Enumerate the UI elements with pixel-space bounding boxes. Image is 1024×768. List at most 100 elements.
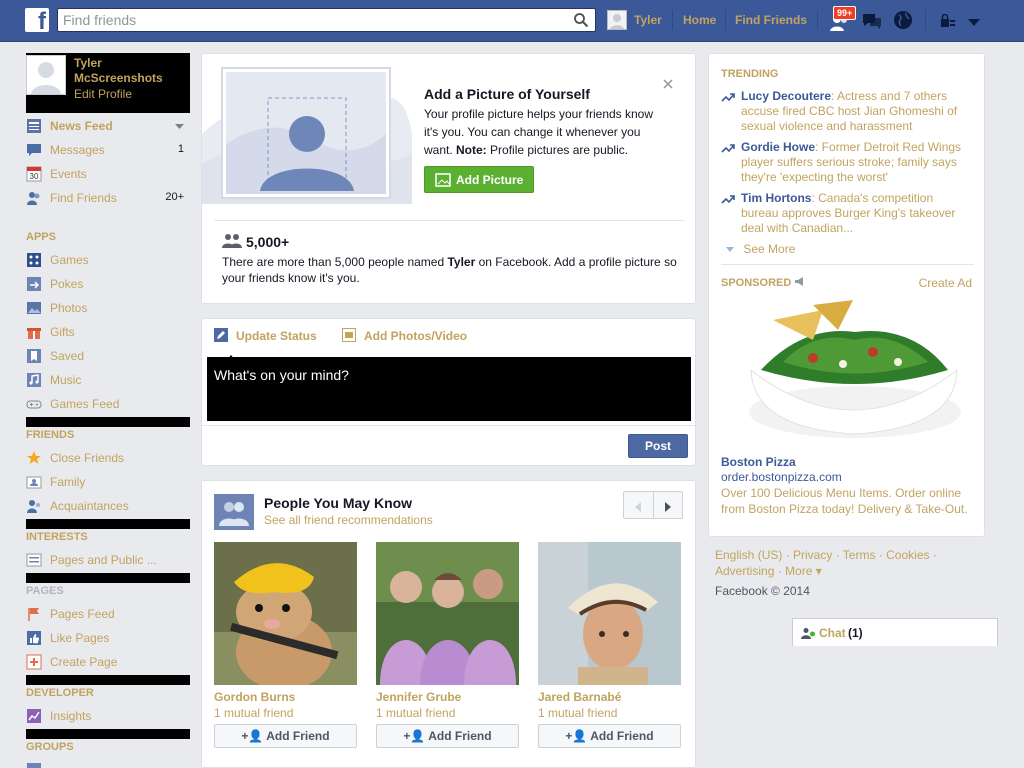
sidebar-item-games-feed[interactable]: Games Feed: [26, 393, 190, 415]
person-name[interactable]: Jennifer Grube: [376, 690, 461, 704]
sidebar-item-pages-and-public-figures[interactable]: Pages and Public ...: [26, 549, 190, 571]
sidebar-item-news-feed[interactable]: News Feed: [26, 115, 190, 137]
user-name-link[interactable]: Tyler: [634, 13, 662, 27]
trending-item[interactable]: Tim Hortons: Canada's competition bureau…: [721, 191, 971, 236]
ad-title[interactable]: Boston Pizza: [721, 455, 796, 469]
account-menu-chevron-icon[interactable]: [968, 16, 980, 30]
footer-links-line-2[interactable]: Advertising · More ▾: [715, 563, 937, 579]
see-more-trending[interactable]: See More: [726, 242, 795, 256]
trending-topic[interactable]: Lucy Decoutere: [741, 89, 831, 103]
find-friends-link[interactable]: Find Friends: [735, 13, 807, 27]
gift-icon: [26, 324, 42, 340]
trending-item[interactable]: Lucy Decoutere: Actress and 7 others acc…: [721, 89, 971, 134]
groups-section-header[interactable]: GROUPS: [26, 739, 190, 753]
family-icon: [26, 474, 42, 490]
messages-icon[interactable]: [861, 12, 883, 33]
ad-salad-image[interactable]: [743, 300, 963, 440]
sidebar-item-photos[interactable]: Photos: [26, 297, 190, 319]
update-status-label: Update Status: [236, 329, 317, 343]
news-feed-icon: [26, 118, 42, 134]
status-textarea[interactable]: What's on your mind?: [207, 357, 691, 421]
chevron-down-icon[interactable]: [175, 121, 184, 133]
person-name[interactable]: Gordon Burns: [214, 690, 295, 704]
search-box[interactable]: [57, 8, 596, 32]
sidebar-item-close-friends[interactable]: Close Friends: [26, 447, 190, 469]
search-icon[interactable]: [573, 12, 589, 31]
mutual-friends-link[interactable]: 1 mutual friend: [214, 706, 293, 720]
add-picture-label: Add Picture: [456, 173, 524, 187]
home-link[interactable]: Home: [683, 13, 716, 27]
user-avatar[interactable]: [607, 10, 627, 30]
person-name[interactable]: Jared Barnabé: [538, 690, 621, 704]
ad-url[interactable]: order.bostonpizza.com: [721, 470, 842, 484]
trending-arrow-icon: [721, 91, 735, 106]
developer-section-header[interactable]: DEVELOPER: [26, 685, 190, 699]
interests-section-header[interactable]: INTERESTS: [26, 529, 190, 543]
trending-topic[interactable]: Gordie Howe: [741, 140, 815, 154]
close-icon[interactable]: [663, 78, 673, 92]
divider: [925, 10, 926, 30]
mutual-friends-link[interactable]: 1 mutual friend: [376, 706, 455, 720]
sidebar-item-pokes[interactable]: Pokes: [26, 273, 190, 295]
sidebar-item-insights[interactable]: Insights: [26, 705, 190, 727]
sidebar-item-acquaintances[interactable]: Acquaintances: [26, 495, 190, 517]
add-photos-label: Add Photos/Video: [364, 329, 468, 343]
person-photo-jennifer[interactable]: [376, 542, 519, 685]
add-friend-button[interactable]: +👤 Add Friend: [214, 724, 357, 748]
add-picture-button[interactable]: Add Picture: [424, 166, 534, 193]
mutual-friends-link[interactable]: 1 mutual friend: [538, 706, 617, 720]
sponsored-header: SPONSORED: [721, 277, 805, 289]
sidebar-item-label: Pokes: [50, 277, 84, 291]
trending-topic[interactable]: Tim Hortons: [741, 191, 811, 205]
prev-arrow-icon[interactable]: [634, 501, 642, 515]
footer-links-line-1[interactable]: English (US) · Privacy · Terms · Cookies…: [715, 547, 937, 563]
friends-section-header[interactable]: FRIENDS: [26, 427, 190, 441]
add-friend-icon: +👤: [565, 729, 591, 743]
see-all-recommendations-link[interactable]: See all friend recommendations: [264, 513, 433, 527]
apps-section-header[interactable]: APPS: [26, 229, 190, 243]
sidebar-item-label: Insights: [50, 709, 92, 723]
bookmark-icon: [26, 348, 42, 364]
person-photo-gordon[interactable]: [214, 542, 357, 690]
sidebar-item-games[interactable]: Games: [26, 249, 190, 271]
pager: [623, 491, 683, 519]
megaphone-icon: [794, 277, 805, 289]
pages-section-header[interactable]: PAGES: [26, 583, 190, 597]
search-input[interactable]: [58, 9, 558, 31]
person-photo-jared[interactable]: [538, 542, 681, 685]
music-icon: [26, 372, 42, 388]
sidebar-item-messages[interactable]: Messages 1: [26, 139, 190, 161]
privacy-lock-icon[interactable]: [940, 13, 956, 31]
facebook-logo[interactable]: f: [25, 8, 49, 32]
notifications-globe-icon[interactable]: [893, 10, 913, 33]
sidebar-item-gifts[interactable]: Gifts: [26, 321, 190, 343]
add-friend-button[interactable]: +👤 Add Friend: [376, 724, 519, 748]
sidebar-item-events[interactable]: 30 Events: [26, 163, 190, 185]
see-more-label: See More: [743, 242, 796, 256]
sidebar-item-music[interactable]: Music: [26, 369, 190, 391]
card-title: Add a Picture of Yourself: [424, 86, 590, 102]
photo-icon: [435, 173, 451, 190]
chat-tab[interactable]: Chat (1): [792, 618, 998, 646]
add-friend-icon: +👤: [403, 729, 429, 743]
add-friend-button[interactable]: +👤 Add Friend: [538, 724, 681, 748]
profile-avatar[interactable]: [26, 55, 66, 95]
footer-links[interactable]: English (US) · Privacy · Terms · Cookies…: [715, 547, 937, 579]
sidebar-item-label: News Feed: [50, 119, 113, 133]
sidebar-item-pages-feed[interactable]: Pages Feed: [26, 603, 190, 625]
star-icon: [26, 450, 42, 466]
sidebar-item-family[interactable]: Family: [26, 471, 190, 493]
profile-name[interactable]: Tyler McScreenshots: [74, 56, 184, 86]
sidebar-item-groups-partial[interactable]: [26, 759, 190, 768]
next-arrow-icon[interactable]: [664, 501, 672, 515]
sidebar-item-find-friends[interactable]: Find Friends 20+: [26, 187, 190, 209]
edit-profile-link[interactable]: Edit Profile: [74, 87, 132, 101]
same-name-text: There are more than 5,000 people named T…: [222, 254, 682, 286]
pencil-icon: [214, 328, 228, 345]
sidebar-item-create-page[interactable]: Create Page: [26, 651, 190, 673]
sidebar-item-like-pages[interactable]: Like Pages: [26, 627, 190, 649]
sidebar-item-saved[interactable]: Saved: [26, 345, 190, 367]
trending-item[interactable]: Gordie Howe: Former Detroit Red Wings pl…: [721, 140, 971, 185]
post-button[interactable]: Post: [628, 434, 688, 458]
create-ad-link[interactable]: Create Ad: [919, 276, 972, 290]
